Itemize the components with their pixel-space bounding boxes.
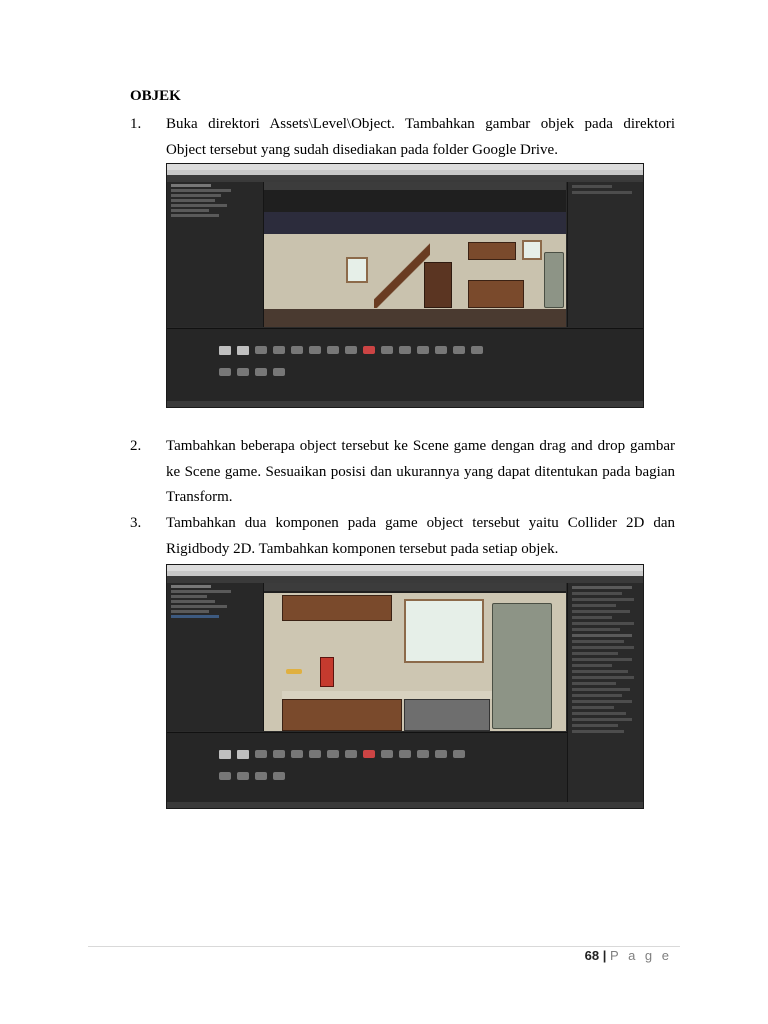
step-3: 3. Tambahkan dua komponen pada game obje… xyxy=(130,511,675,562)
hierarchy-panel xyxy=(167,583,264,731)
step-3-number: 3. xyxy=(130,515,142,531)
step-2-line-2: ke Scene game. Sesuaikan posisi dan ukur… xyxy=(166,463,675,480)
step-2-number: 2. xyxy=(130,438,142,454)
project-panel xyxy=(167,732,567,802)
toolbar xyxy=(167,175,643,182)
page-word: P a g e xyxy=(610,948,672,963)
inspector-panel xyxy=(567,583,643,805)
unity-screenshot-2 xyxy=(166,564,644,809)
step-2-line-1: Tambahkan beberapa object tersebut ke Sc… xyxy=(166,438,675,454)
toolbar xyxy=(167,576,643,583)
hierarchy-panel xyxy=(167,182,264,327)
step-2-line-3: Transform. xyxy=(166,489,233,505)
status-bar xyxy=(167,802,643,808)
scene-tab-strip xyxy=(264,182,566,190)
step-1-number: 1. xyxy=(130,116,142,132)
page-separator: | xyxy=(602,948,607,963)
scene-tab-strip xyxy=(264,583,566,591)
inspector-panel xyxy=(567,182,643,327)
step-2: 2. Tambahkan beberapa object tersebut ke… xyxy=(130,434,675,511)
step-3-line-1: Tambahkan dua komponen pada game object … xyxy=(166,515,675,531)
scene-view xyxy=(264,583,566,731)
step-3-line-2: Rigidbody 2D. Tambahkan komponen tersebu… xyxy=(166,540,559,557)
scene-art xyxy=(264,212,566,327)
step-1-line-2: Object tersebut yang sudah disediakan pa… xyxy=(166,141,558,158)
scene-view xyxy=(264,182,566,327)
step-2-text: Tambahkan beberapa object tersebut ke Sc… xyxy=(166,434,675,511)
unity-screenshot-1 xyxy=(166,163,644,408)
scene-art xyxy=(264,593,566,731)
footer-divider xyxy=(88,946,680,947)
step-1: 1. Buka direktori Assets\Level\Object. T… xyxy=(130,112,675,163)
step-3-text: Tambahkan dua komponen pada game object … xyxy=(166,511,675,562)
step-1-line-1: Buka direktori Assets\Level\Object. Tamb… xyxy=(166,116,675,132)
page-number: 68 xyxy=(584,948,600,963)
heading-objek: OBJEK xyxy=(130,88,181,104)
status-bar xyxy=(167,401,643,407)
project-panel xyxy=(167,328,643,401)
page-footer: 68 | P a g e xyxy=(585,948,672,963)
step-1-text: Buka direktori Assets\Level\Object. Tamb… xyxy=(166,112,675,163)
